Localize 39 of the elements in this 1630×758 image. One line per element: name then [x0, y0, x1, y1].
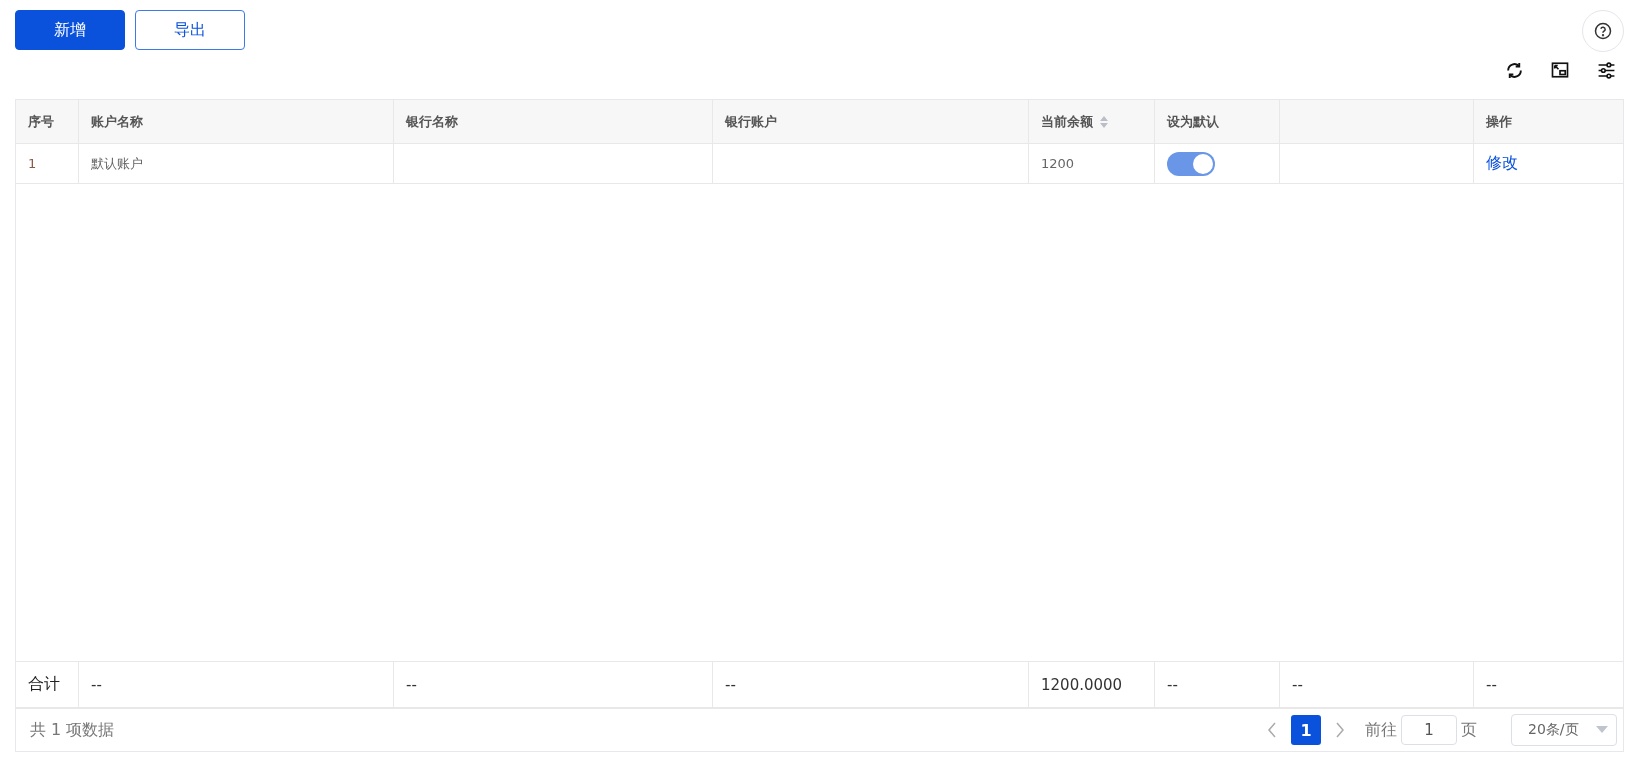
table-cell: 1 — [28, 156, 37, 171]
summary-label: 合计 — [28, 674, 60, 695]
total-count: 共 1 项数据 — [30, 719, 116, 741]
refresh-button[interactable] — [1504, 60, 1524, 80]
summary-cell: -- — [725, 675, 736, 694]
help-button[interactable] — [1582, 10, 1624, 52]
table-cell: 1200 — [1041, 156, 1075, 171]
column-header: 银行账户 — [725, 112, 777, 131]
summary-cell: -- — [91, 675, 102, 694]
column-header: 序号 — [28, 112, 54, 131]
page-input[interactable]: 1 — [1401, 715, 1457, 745]
help-icon — [1594, 22, 1612, 40]
edit-link[interactable]: 修改 — [1486, 153, 1518, 174]
chevron-left-icon — [1267, 722, 1277, 738]
export-button[interactable]: 导出 — [135, 10, 245, 50]
page-button[interactable]: 1 — [1291, 715, 1321, 745]
table-cell: 默认账户 — [91, 154, 143, 173]
summary-cell: -- — [1292, 675, 1303, 694]
column-header: 银行名称 — [406, 112, 458, 131]
fullscreen-icon — [1551, 61, 1569, 79]
goto-label: 前往 — [1365, 719, 1397, 741]
chevron-right-icon — [1335, 722, 1345, 738]
summary-cell: 1200.0000 — [1041, 675, 1123, 694]
summary-cell: -- — [406, 675, 417, 694]
caret-icon — [1596, 726, 1608, 734]
column-header: 设为默认 — [1167, 112, 1219, 131]
page-size-select[interactable]: 20条/页 — [1511, 714, 1617, 746]
summary-cell: -- — [1486, 675, 1497, 694]
settings-button[interactable] — [1596, 60, 1616, 80]
column-header: 账户名称 — [91, 112, 143, 131]
add-button[interactable]: 新增 — [15, 10, 125, 50]
default-toggle[interactable] — [1167, 151, 1215, 176]
column-header[interactable]: 当前余额 — [1041, 112, 1109, 131]
refresh-icon — [1504, 60, 1524, 80]
column-header: 操作 — [1486, 112, 1512, 131]
fullscreen-button[interactable] — [1550, 60, 1570, 80]
page-suffix: 页 — [1461, 719, 1477, 741]
summary-cell: -- — [1167, 675, 1178, 694]
sliders-icon — [1596, 60, 1616, 80]
